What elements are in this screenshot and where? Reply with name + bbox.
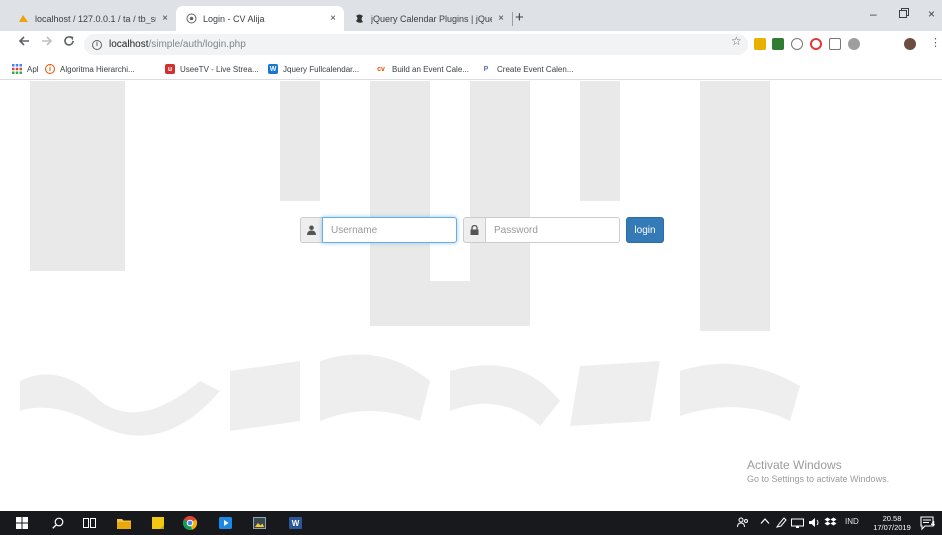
usee-icon: u: [165, 64, 175, 74]
cast-icon[interactable]: [829, 38, 841, 50]
w-icon: W: [268, 64, 278, 74]
tab-title: Login - CV Alija: [203, 13, 265, 24]
bookmark-label: Algoritma Hierarchi...: [60, 64, 135, 74]
pen-icon[interactable]: [775, 517, 787, 530]
bookmark-useetv[interactable]: u UseeTV - Live Strea...: [165, 63, 259, 75]
lock-icon: [463, 217, 485, 243]
address-bar[interactable]: i localhost/simple/auth/login.php: [84, 34, 748, 55]
new-tab-button[interactable]: +: [515, 9, 524, 26]
bookmarks-bar: Apl i Algoritma Hierarchi... u UseeTV - …: [0, 58, 942, 80]
activate-subtitle: Go to Settings to activate Windows.: [747, 474, 890, 484]
extension-tm-icon[interactable]: [754, 38, 766, 50]
phpmyadmin-icon: [18, 13, 29, 24]
login-button[interactable]: login: [626, 217, 664, 243]
tab-separator: [512, 12, 513, 26]
back-arrow-icon[interactable]: [18, 35, 30, 50]
bookmark-build-event-calendar[interactable]: cv Build an Event Cale...: [375, 63, 469, 75]
forward-arrow-icon[interactable]: [41, 35, 53, 50]
activate-title: Activate Windows: [747, 458, 842, 472]
tab-login[interactable]: Login - CV Alija ×: [176, 6, 344, 31]
dropbox-icon[interactable]: [824, 517, 837, 530]
clock-date: 17/07/2019: [873, 523, 911, 532]
kebab-menu-icon[interactable]: ⋮: [930, 36, 941, 49]
media-player-icon[interactable]: [217, 515, 233, 531]
url-path: /simple/auth/login.php: [148, 39, 246, 50]
cv-icon: cv: [377, 65, 385, 73]
avatar[interactable]: [904, 38, 916, 50]
bookmark-label: Apl: [27, 64, 39, 74]
minimize-button[interactable]: –: [870, 7, 877, 21]
taskbar-clock[interactable]: 20.58 17/07/2019: [869, 514, 915, 532]
tab-phpmyadmin[interactable]: localhost / 127.0.0.1 / ta / tb_sub ×: [8, 6, 176, 31]
url-host: localhost: [109, 39, 149, 50]
sticky-notes-icon[interactable]: [150, 515, 166, 531]
tab-close-icon[interactable]: ×: [330, 13, 336, 24]
word-icon[interactable]: W: [287, 515, 303, 531]
activate-windows-notice: Activate Windows Go to Settings to activ…: [747, 458, 889, 484]
bookmark-label: Create Event Calen...: [497, 64, 574, 74]
bookmark-apps[interactable]: Apl: [12, 63, 39, 75]
extension-block-icon[interactable]: [791, 38, 803, 50]
bookmark-label: UseeTV - Live Strea...: [180, 64, 259, 74]
user-icon: [300, 217, 322, 243]
bookmark-jquery-fullcalendar[interactable]: W Jquery Fullcalendar...: [268, 63, 359, 75]
tab-strip: localhost / 127.0.0.1 / ta / tb_sub × Lo…: [0, 0, 942, 31]
bookmark-label: Build an Event Cale...: [392, 64, 469, 74]
maximize-button[interactable]: [899, 7, 909, 21]
tab-title: jQuery Calendar Plugins | jQuery: [371, 13, 493, 24]
svg-text:W: W: [291, 519, 299, 528]
tab-title: localhost / 127.0.0.1 / ta / tb_sub: [35, 13, 157, 24]
task-view-icon[interactable]: [81, 515, 97, 531]
apps-grid-icon: [12, 64, 22, 74]
bookmark-label: Jquery Fullcalendar...: [283, 64, 360, 74]
reload-icon[interactable]: [63, 35, 75, 50]
info-icon: i: [45, 64, 55, 74]
volume-icon[interactable]: [808, 517, 821, 530]
username-input[interactable]: [322, 217, 457, 243]
bookmark-algoritma[interactable]: i Algoritma Hierarchi...: [45, 63, 135, 75]
jquery-script-icon: [354, 13, 365, 24]
globe-icon: [186, 13, 197, 24]
language-indicator[interactable]: IND: [845, 517, 859, 526]
login-form: login: [300, 217, 664, 243]
search-icon[interactable]: [50, 515, 66, 531]
tab-close-icon[interactable]: ×: [162, 13, 168, 24]
tab-close-icon[interactable]: ×: [498, 13, 504, 24]
info-icon[interactable]: i: [92, 39, 102, 50]
close-window-button[interactable]: ×: [928, 7, 935, 21]
people-icon[interactable]: [737, 517, 749, 530]
chrome-icon[interactable]: [182, 515, 198, 531]
tab-jquery-calendar[interactable]: jQuery Calendar Plugins | jQuery ×: [344, 6, 512, 31]
bookmark-create-event-calendar[interactable]: P Create Event Calen...: [480, 63, 574, 75]
bookmark-star-icon[interactable]: ☆: [731, 34, 742, 48]
windows-taskbar: W IND 20.58 17/07/2019 4: [0, 511, 942, 535]
extension-green-icon[interactable]: [772, 38, 784, 50]
password-input[interactable]: [485, 217, 620, 243]
windows-start-icon[interactable]: [14, 515, 30, 531]
chevron-up-icon[interactable]: [760, 517, 770, 527]
browser-toolbar: i localhost/simple/auth/login.php ☆ ⋮: [0, 31, 942, 58]
extension-cloud-icon[interactable]: [848, 38, 860, 50]
photos-icon[interactable]: [251, 515, 267, 531]
notification-center-icon[interactable]: 4: [920, 515, 936, 531]
file-explorer-icon[interactable]: [116, 515, 132, 531]
network-icon[interactable]: [791, 517, 804, 530]
university-seal-watermark: [20, 81, 800, 436]
clock-time: 20.58: [882, 514, 902, 523]
notification-count: 4: [931, 521, 935, 528]
opera-icon[interactable]: [810, 38, 822, 50]
phpf-icon: P: [483, 65, 489, 73]
